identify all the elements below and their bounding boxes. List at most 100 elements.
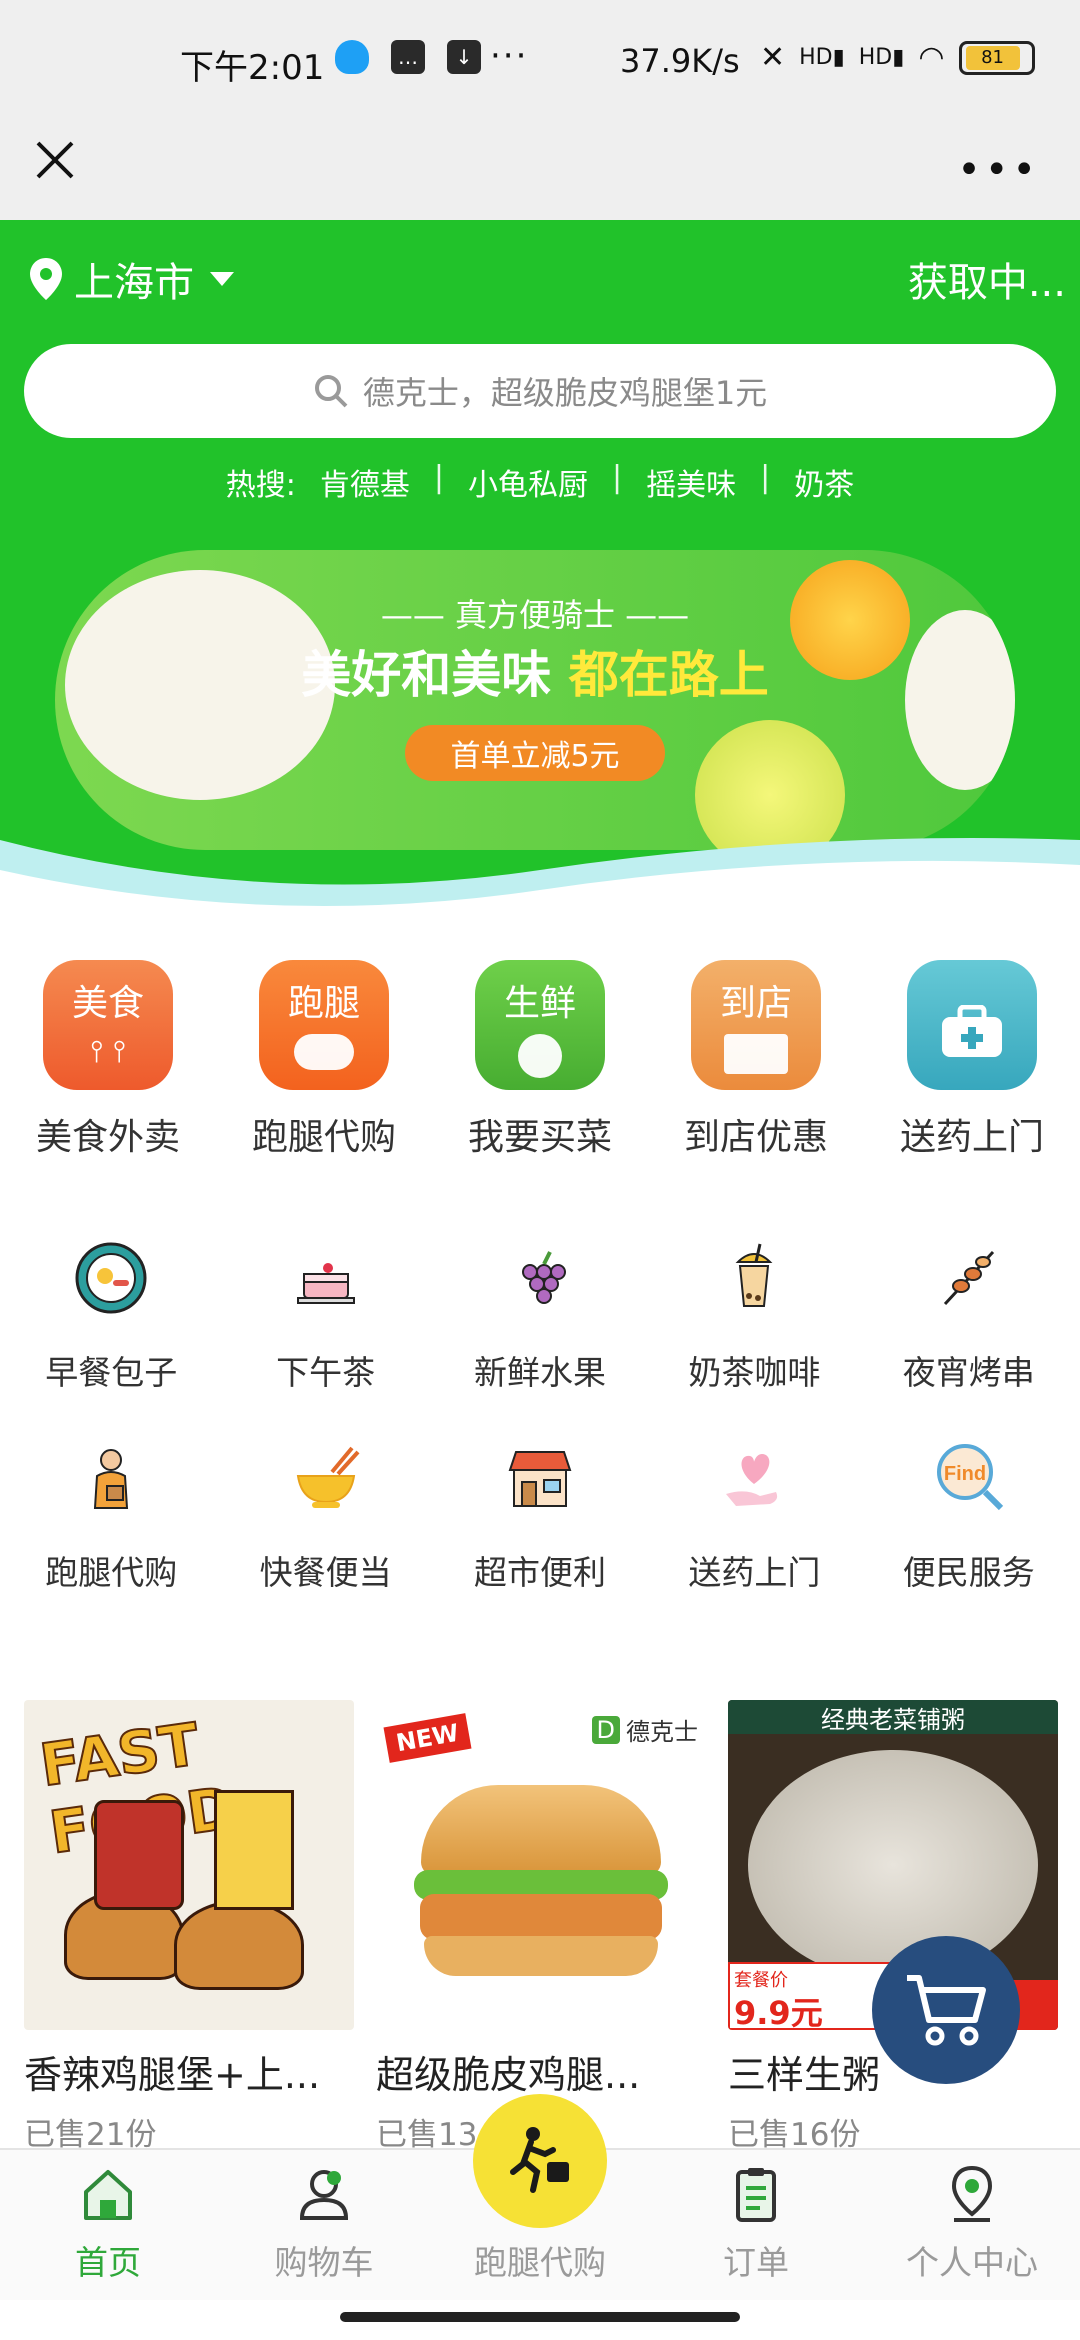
category-in-store-deals[interactable]: 到店 到店优惠 xyxy=(648,960,864,1160)
price: 9.9元 xyxy=(734,1994,823,2030)
header-wave-decoration xyxy=(0,838,1080,940)
subcat-medicine-delivery[interactable]: 送药上门 xyxy=(649,1440,859,1594)
close-icon[interactable] xyxy=(30,135,80,185)
promo-banner[interactable]: —— 真方便骑士 —— 美好和美味 都在路上 首单立减5元 xyxy=(55,550,1015,850)
main-categories: 美食 ⫯ ⫯ 美食外卖 跑腿 跑腿代购 生鲜 我要买菜 到店 到店优惠 送药上门 xyxy=(0,960,1080,1160)
subcat-label: 超市便利 xyxy=(473,1553,606,1592)
caret-down-icon xyxy=(210,272,234,286)
tab-home[interactable]: 首页 xyxy=(0,2150,216,2300)
location-status: 获取中... xyxy=(907,260,1066,306)
category-medicine[interactable]: 送药上门 xyxy=(864,960,1080,1160)
subcat-errand[interactable]: 跑腿代购 xyxy=(6,1440,216,1594)
home-indicator xyxy=(340,2312,740,2322)
cart-user-icon xyxy=(299,2170,349,2220)
search-icon xyxy=(314,375,348,408)
tab-cart[interactable]: 购物车 xyxy=(216,2150,432,2300)
sub-categories-row-1: 早餐包子 下午茶 新鲜水果 奶茶咖啡 夜宵烤串 xyxy=(0,1240,1080,1394)
category-label: 到店优惠 xyxy=(683,1117,828,1158)
home-icon xyxy=(84,2170,132,2220)
scooter-icon: 跑腿 xyxy=(259,960,389,1090)
fresh-produce-icon: 生鲜 xyxy=(475,960,605,1090)
status-bar: 下午2:01 … ↓ ··· 37.9K/s ✕ HD▮ HD▮ ◠ 81 xyxy=(0,0,1080,125)
subcat-milk-tea[interactable]: 奶茶咖啡 xyxy=(649,1240,859,1394)
tab-label: 跑腿代购 xyxy=(474,2243,606,2282)
floating-cart-button[interactable] xyxy=(872,1936,1020,2084)
product-image: FAST FOOD xyxy=(24,1700,354,2030)
subcat-bbq-skewers[interactable]: 夜宵烤串 xyxy=(864,1240,1074,1394)
hot-term[interactable]: 小龟私厨 xyxy=(468,460,588,504)
qq-icon xyxy=(335,40,369,74)
sub-categories-row-2: 跑腿代购 快餐便当 超市便利 送药上门 Find 便民服务 xyxy=(0,1440,1080,1594)
location-user-icon xyxy=(951,2165,993,2222)
skewer-icon xyxy=(943,1250,994,1306)
hero-header: 上海市 获取中... 德克士，超级脆皮鸡腿堡1元 热搜: 肯德基 | 小龟私厨 … xyxy=(0,220,1080,940)
product-title: 香辣鸡腿堡+上... xyxy=(24,2053,321,2097)
mute-icon: ✕ xyxy=(760,40,786,75)
banner-title: 美好和美味 都在路上 xyxy=(55,635,1015,707)
product-image: NEW D 德克士 xyxy=(376,1700,706,2030)
find-icon: Find xyxy=(936,1444,1003,1511)
tab-label: 首页 xyxy=(75,2243,141,2282)
breakfast-icon xyxy=(75,1242,147,1314)
subcat-label: 跑腿代购 xyxy=(45,1553,178,1592)
status-more: ··· xyxy=(490,36,529,76)
subcat-breakfast[interactable]: 早餐包子 xyxy=(6,1240,216,1394)
category-food-delivery[interactable]: 美食 ⫯ ⫯ 美食外卖 xyxy=(0,960,216,1160)
wifi-icon: ◠ xyxy=(918,40,945,75)
category-label: 跑腿代购 xyxy=(251,1117,396,1158)
subcat-label: 送药上门 xyxy=(688,1553,821,1592)
category-label: 送药上门 xyxy=(899,1117,1044,1158)
hot-search-label: 热搜: xyxy=(225,468,296,503)
subcat-fresh-fruit[interactable]: 新鲜水果 xyxy=(435,1240,645,1394)
divider: | xyxy=(433,460,444,495)
clipboard-icon xyxy=(736,2168,776,2222)
subcat-label: 便民服务 xyxy=(902,1553,1035,1592)
mini-program-navbar: ••• xyxy=(0,125,1080,220)
category-label: 我要买菜 xyxy=(467,1117,612,1158)
search-bar[interactable]: 德克士，超级脆皮鸡腿堡1元 xyxy=(24,344,1056,438)
subcat-label: 新鲜水果 xyxy=(473,1353,606,1392)
svg-text:Find: Find xyxy=(944,1463,986,1485)
tab-label: 订单 xyxy=(723,2243,789,2282)
signal-icon: HD▮ xyxy=(799,45,845,70)
city-name: 上海市 xyxy=(74,260,194,306)
download-icon: ↓ xyxy=(447,40,481,74)
tab-orders[interactable]: 订单 xyxy=(648,2150,864,2300)
image-banner-text: 经典老菜铺粥 xyxy=(728,1700,1058,1734)
store-icon xyxy=(508,1451,572,1507)
category-groceries[interactable]: 生鲜 我要买菜 xyxy=(432,960,648,1160)
courier-icon xyxy=(94,1449,129,1509)
bowl-icon xyxy=(296,1446,360,1508)
subcat-convenience-services[interactable]: Find 便民服务 xyxy=(864,1440,1074,1594)
subcat-label: 奶茶咖啡 xyxy=(688,1353,821,1392)
food-icon: 美食 ⫯ ⫯ xyxy=(43,960,173,1090)
banner-title-main: 美好和美味 xyxy=(301,646,552,704)
new-badge: NEW xyxy=(383,1713,472,1763)
subcat-afternoon-tea[interactable]: 下午茶 xyxy=(221,1240,431,1394)
cake-icon xyxy=(296,1263,355,1304)
hot-term[interactable]: 奶茶 xyxy=(794,460,854,504)
message-icon: … xyxy=(391,40,425,74)
subcat-label: 下午茶 xyxy=(276,1353,376,1392)
banner-cta[interactable]: 首单立减5元 xyxy=(405,725,665,781)
divider: | xyxy=(760,460,771,495)
network-speed: 37.9K/s xyxy=(620,42,740,80)
divider: | xyxy=(612,460,623,495)
category-errand[interactable]: 跑腿 跑腿代购 xyxy=(216,960,432,1160)
hot-search: 热搜: 肯德基 | 小龟私厨 | 摇美味 | 奶茶 xyxy=(0,460,1080,504)
category-label: 美食外卖 xyxy=(35,1117,180,1158)
product-card[interactable]: NEW D 德克士 超级脆皮鸡腿... 已售13 xyxy=(376,1700,706,2154)
more-menu-button[interactable]: ••• xyxy=(957,147,1040,193)
storefront-icon: 到店 xyxy=(691,960,821,1090)
city-selector[interactable]: 上海市 xyxy=(28,250,234,308)
hot-term[interactable]: 摇美味 xyxy=(646,460,736,504)
heart-hand-icon xyxy=(726,1454,778,1506)
product-card[interactable]: 经典老菜铺粥 套餐价 9.9元 三样生粥 已售16份 xyxy=(728,1700,1058,2154)
errand-center-button[interactable] xyxy=(473,2094,607,2228)
product-card[interactable]: FAST FOOD 香辣鸡腿堡+上... 已售21份 xyxy=(24,1700,354,2154)
signal-icon-2: HD▮ xyxy=(858,45,905,70)
hot-term[interactable]: 肯德基 xyxy=(320,460,410,504)
subcat-supermarket[interactable]: 超市便利 xyxy=(435,1440,645,1594)
subcat-fast-food[interactable]: 快餐便当 xyxy=(221,1440,431,1594)
tab-profile[interactable]: 个人中心 xyxy=(864,2150,1080,2300)
